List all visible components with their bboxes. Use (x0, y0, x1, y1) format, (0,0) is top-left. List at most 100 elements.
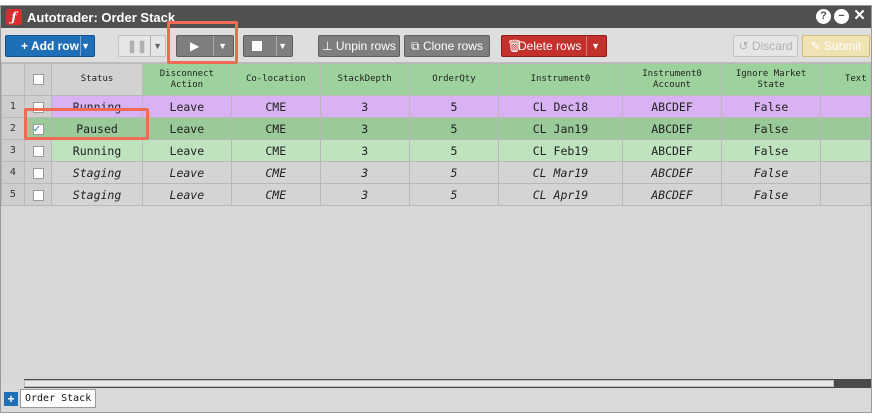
select-all-checkbox-header[interactable] (23, 63, 53, 96)
table-cell[interactable]: 3 (319, 161, 410, 184)
pencil-icon: ✎ (810, 39, 821, 53)
submit-label: Submit (824, 39, 862, 53)
table-cell[interactable]: CL Mar19 (498, 161, 623, 184)
table-cell[interactable]: CME (231, 117, 321, 140)
plus-icon: + (21, 39, 29, 53)
table-cell[interactable]: 5 (408, 117, 500, 140)
select-all-checkbox[interactable] (32, 73, 44, 85)
chevron-down-icon[interactable]: ▼ (278, 36, 287, 56)
table-cell[interactable]: 3 (319, 183, 410, 206)
tab-order-stack[interactable]: Order Stack (20, 389, 97, 408)
table-cell[interactable] (819, 139, 871, 162)
delete-rows-label: Delete rows (518, 39, 582, 53)
table-cell[interactable]: CME (231, 183, 321, 206)
window-title: Autotrader: Order Stack (27, 10, 176, 25)
row-checkbox-cell[interactable] (23, 183, 53, 206)
table-cell[interactable]: False (721, 183, 821, 206)
column-header[interactable]: Ignore Market State (721, 63, 821, 96)
column-header[interactable]: Instrument0 Account (621, 63, 723, 96)
row-number: 2 (1, 117, 25, 140)
column-header[interactable]: StackDepth (319, 63, 410, 96)
table-cell[interactable] (819, 161, 871, 184)
row-number: 3 (1, 139, 25, 162)
pause-button[interactable]: ❚❚ ▼ (118, 35, 166, 57)
column-header[interactable]: OrderQty (408, 63, 500, 96)
table-cell[interactable]: 3 (319, 139, 410, 162)
table-cell[interactable]: Leave (141, 95, 233, 118)
row-number: 4 (1, 161, 25, 184)
table-cell[interactable]: CL Dec18 (498, 95, 623, 118)
table-cell[interactable]: ABCDEF (621, 183, 723, 206)
unpin-rows-button[interactable]: ⊥ Unpin rows (318, 35, 400, 57)
table-cell[interactable]: Leave (141, 139, 233, 162)
submit-button[interactable]: ✎ Submit (802, 35, 870, 57)
table-cell[interactable]: False (721, 95, 821, 118)
pin-icon: ⊥ (322, 39, 333, 53)
column-header[interactable]: Status (51, 63, 143, 96)
table-cell[interactable]: False (721, 139, 821, 162)
table-cell[interactable]: CL Jan19 (498, 117, 623, 140)
status-cell[interactable]: Running (51, 139, 143, 162)
table-row[interactable]: 5 Staging Leave CME 3 5 CL Apr19 ABCDEF … (1, 183, 871, 206)
order-stack-window: ƒ Autotrader: Order Stack ? − ✕ + Add ro… (0, 5, 872, 413)
table-cell[interactable]: False (721, 161, 821, 184)
close-icon[interactable]: ✕ (852, 8, 867, 24)
chevron-down-icon[interactable]: ▼ (153, 36, 162, 56)
plus-icon[interactable]: + (4, 392, 18, 406)
clone-rows-button[interactable]: ⧉ Clone rows (404, 35, 490, 57)
delete-rows-button[interactable]: 🗑 Delete rows ▼ (501, 35, 607, 57)
help-icon[interactable]: ? (816, 9, 831, 24)
column-header[interactable]: Instrument0 (498, 63, 623, 96)
table-cell[interactable]: 3 (319, 117, 410, 140)
table-cell[interactable]: 3 (319, 95, 410, 118)
table-cell[interactable]: False (721, 117, 821, 140)
table-cell[interactable]: Leave (141, 117, 233, 140)
table-cell[interactable]: Leave (141, 183, 233, 206)
pause-icon: ❚❚ (127, 39, 148, 53)
table-cell[interactable]: CL Apr19 (498, 183, 623, 206)
table-cell[interactable]: CME (231, 139, 321, 162)
table-row[interactable]: 3 Running Leave CME 3 5 CL Feb19 ABCDEF … (1, 139, 871, 162)
table-cell[interactable]: Leave (141, 161, 233, 184)
horizontal-scrollbar[interactable] (24, 379, 871, 388)
row-checkbox-cell[interactable] (23, 161, 53, 184)
table-cell[interactable]: 5 (408, 95, 500, 118)
paused-row-highlight (24, 108, 149, 140)
title-bar: ƒ Autotrader: Order Stack ? − ✕ (1, 6, 871, 28)
table-cell[interactable]: ABCDEF (621, 161, 723, 184)
table-cell[interactable]: ABCDEF (621, 117, 723, 140)
add-row-button[interactable]: + Add row ▼ (5, 35, 95, 57)
status-cell[interactable]: Staging (51, 161, 143, 184)
column-header[interactable]: Disconnect Action (141, 63, 233, 96)
discard-button[interactable]: ↺ Discard (733, 35, 798, 57)
table-cell[interactable] (819, 95, 871, 118)
chevron-down-icon[interactable]: ▼ (591, 36, 600, 56)
minimize-icon[interactable]: − (834, 9, 849, 24)
toolbar: + Add row ▼ ❚❚ ▼ ▶ ▼ ▼ ⊥ Unpin rows ⧉ Cl… (1, 28, 871, 63)
table-row[interactable]: 4 Staging Leave CME 3 5 CL Mar19 ABCDEF … (1, 161, 871, 184)
table-cell[interactable]: 5 (408, 161, 500, 184)
table-cell[interactable]: ABCDEF (621, 139, 723, 162)
row-number: 1 (1, 95, 25, 118)
status-cell[interactable]: Staging (51, 183, 143, 206)
add-row-label: Add row (30, 39, 79, 53)
table-cell[interactable]: 5 (408, 183, 500, 206)
table-cell[interactable]: CL Feb19 (498, 139, 623, 162)
chevron-down-icon[interactable]: ▼ (81, 36, 90, 56)
table-cell[interactable]: ABCDEF (621, 95, 723, 118)
stop-button[interactable]: ▼ (243, 35, 293, 57)
table-cell[interactable]: 5 (408, 139, 500, 162)
window-controls: ? − ✕ (816, 8, 867, 24)
row-checkbox[interactable] (32, 189, 44, 201)
undo-icon: ↺ (738, 39, 749, 53)
row-checkbox[interactable] (32, 145, 44, 157)
column-header[interactable]: Co-location (231, 63, 321, 96)
row-checkbox-cell[interactable] (23, 139, 53, 162)
column-header[interactable]: Text (819, 63, 871, 96)
table-cell[interactable]: CME (231, 161, 321, 184)
table-cell[interactable] (819, 117, 871, 140)
scrollbar-thumb[interactable] (24, 380, 834, 387)
table-cell[interactable] (819, 183, 871, 206)
table-cell[interactable]: CME (231, 95, 321, 118)
row-checkbox[interactable] (32, 167, 44, 179)
